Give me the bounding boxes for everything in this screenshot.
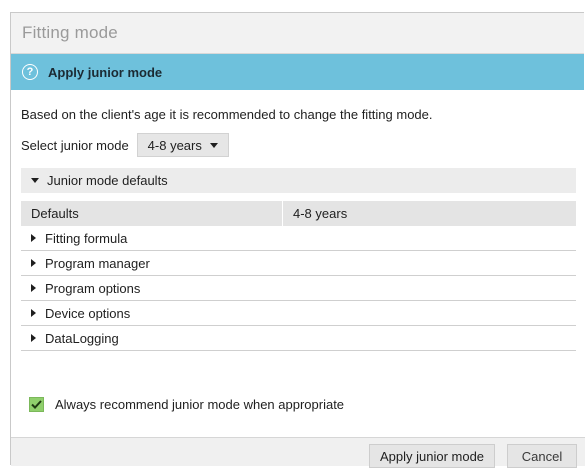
row-fitting-formula[interactable]: Fitting formula [21,226,576,251]
row-program-options[interactable]: Program options [21,276,576,301]
dialog-footer: Apply junior mode Cancel [11,437,585,468]
always-recommend-option: Always recommend junior mode when approp… [29,397,344,412]
chevron-down-icon [209,142,218,148]
expand-right-icon [31,309,36,317]
junior-mode-select-row: Select junior mode 4-8 years [21,132,576,158]
column-header-age: 4-8 years [293,206,348,221]
recommendation-text: Based on the client's age it is recommen… [21,107,433,122]
dialog-title: Fitting mode [11,13,584,54]
junior-mode-defaults-toggle[interactable]: Junior mode defaults [21,168,576,193]
select-junior-mode-label: Select junior mode [21,137,129,153]
always-recommend-label: Always recommend junior mode when approp… [55,397,345,412]
expand-right-icon [31,259,36,267]
expand-right-icon [31,334,36,342]
apply-junior-mode-button[interactable]: Apply junior mode [369,444,495,468]
help-icon[interactable]: ? [22,64,38,80]
row-label: DataLogging [45,330,119,346]
row-label: Program options [45,280,141,296]
fitting-mode-dialog: Fitting mode ? Apply junior mode Based o… [10,12,585,468]
apply-junior-mode-banner: ? Apply junior mode [11,54,584,90]
expand-down-icon [31,178,39,183]
column-header-defaults: Defaults [21,201,283,226]
junior-mode-dropdown-value: 4-8 years [147,137,202,153]
defaults-table-header: Defaults 4-8 years [21,201,576,226]
row-device-options[interactable]: Device options [21,301,576,326]
expand-right-icon [31,234,36,242]
row-program-manager[interactable]: Program manager [21,251,576,276]
row-label: Program manager [45,255,150,271]
expand-right-icon [31,284,36,292]
dialog-content: Based on the client's age it is recommen… [11,107,584,351]
junior-mode-dropdown[interactable]: 4-8 years [136,133,229,157]
banner-title: Apply junior mode [48,64,163,80]
row-label: Fitting formula [45,230,128,246]
checkmark-icon [31,400,42,409]
junior-mode-defaults-label: Junior mode defaults [47,173,168,188]
row-label: Device options [45,305,131,321]
cancel-button[interactable]: Cancel [507,444,577,468]
row-datalogging[interactable]: DataLogging [21,326,576,351]
always-recommend-checkbox[interactable] [29,397,44,412]
